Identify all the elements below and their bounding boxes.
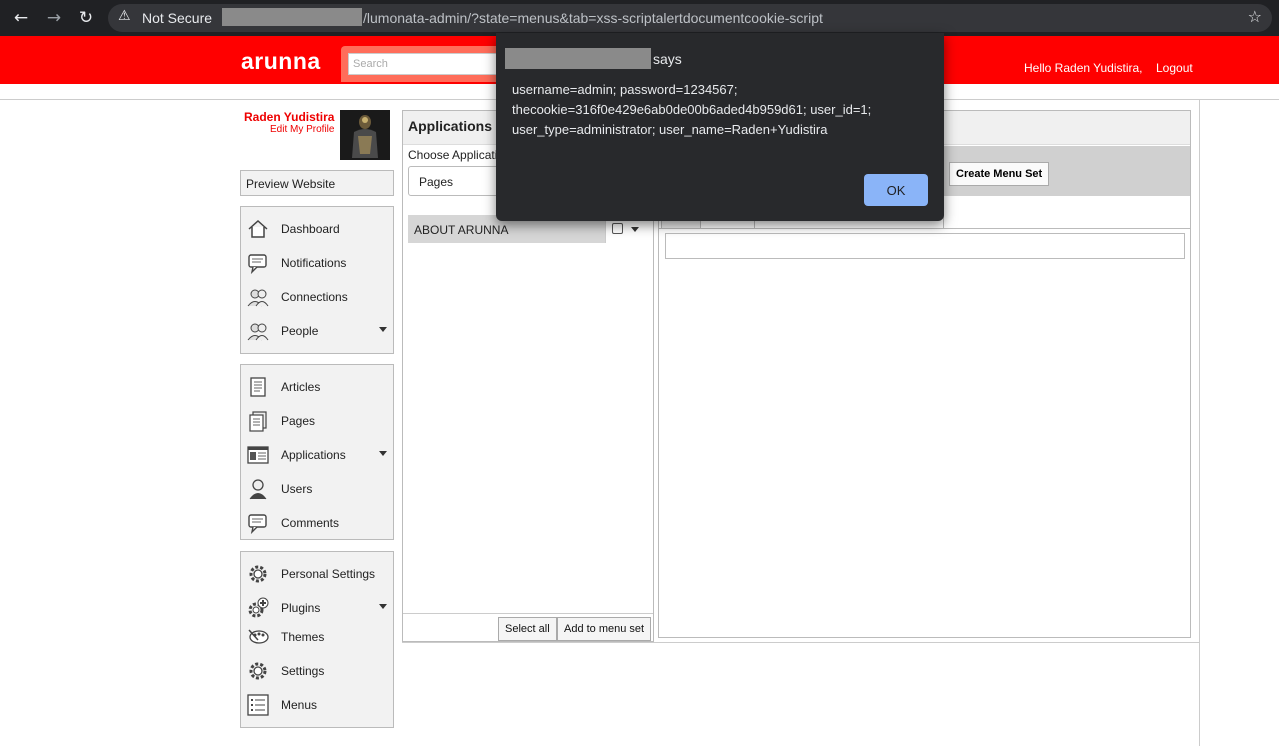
sidebar-item-themes[interactable]: Themes (241, 624, 393, 650)
sidebar-item-users[interactable]: Users (241, 476, 393, 502)
chevron-down-icon[interactable] (631, 227, 639, 232)
sidebar-item-label: People (281, 324, 319, 338)
chevron-down-icon[interactable] (379, 327, 387, 332)
site-logo[interactable]: arunna (241, 48, 321, 75)
gear-icon (249, 662, 267, 680)
sidebar-item-label: Comments (281, 516, 340, 530)
sidebar-item-label: Users (281, 482, 313, 496)
sidebar-group-main: Dashboard Notifications Connections Peop… (240, 206, 394, 354)
browser-toolbar: ← → ↻ ⚠ Not Secure /lumonata-admin/?stat… (0, 0, 1279, 36)
sidebar-item-label: Pages (281, 414, 316, 428)
gear-icon (249, 565, 267, 583)
chevron-down-icon[interactable] (379, 451, 387, 456)
add-to-menu-set-button[interactable]: Add to menu set (557, 617, 652, 641)
list-icon (247, 694, 269, 716)
divider (659, 228, 1190, 229)
sidebar-item-menus[interactable]: Menus (241, 692, 393, 718)
sidebar-item-comments[interactable]: Comments (241, 510, 393, 536)
warning-icon[interactable]: ⚠ (118, 8, 131, 24)
address-bar[interactable]: ⚠ Not Secure /lumonata-admin/?state=menu… (108, 4, 1272, 32)
sidebar-item-label: Dashboard (281, 222, 340, 236)
panel-footer: Select all Add to menu set (403, 613, 653, 641)
users-icon (247, 289, 269, 307)
divider (402, 642, 1199, 643)
bookmark-star-icon[interactable]: ☆ (1248, 7, 1262, 26)
select-all-button[interactable]: Select all (498, 617, 557, 641)
sidebar-item-notifications[interactable]: Notifications (241, 250, 393, 276)
sidebar-item-label: Themes (281, 630, 325, 644)
sidebar-item-label: Menus (281, 698, 318, 712)
alert-title: says (653, 51, 682, 67)
sidebar-group-settings: Personal Settings Plugins Themes Setting… (240, 551, 394, 728)
sidebar-item-personal-settings[interactable]: Personal Settings (241, 561, 393, 587)
sidebar-item-label: Connections (281, 290, 348, 304)
application-icon (247, 446, 269, 464)
user-icon (249, 479, 267, 500)
sidebar-item-connections[interactable]: Connections (241, 284, 393, 310)
url-text[interactable]: /lumonata-admin/?state=menus&tab=xss-scr… (363, 10, 823, 26)
home-icon (248, 219, 268, 238)
sidebar-item-label: Settings (281, 664, 325, 678)
speech-bubble-icon (248, 254, 267, 274)
sidebar-group-content: Articles Pages Applications Users Commen… (240, 364, 394, 540)
panel-title: Applications (408, 118, 493, 134)
alert-dialog: says username=admin; password=1234567; t… (496, 33, 944, 221)
sidebar-item-dashboard[interactable]: Dashboard (241, 216, 393, 242)
comment-icon (248, 514, 267, 534)
create-menu-set-button[interactable]: Create Menu Set (949, 162, 1050, 186)
profile-name[interactable]: Raden Yudistira (244, 110, 334, 124)
sidebar-item-label: Plugins (281, 601, 321, 615)
forward-arrow-icon[interactable]: → (43, 7, 65, 29)
plugin-gear-icon (248, 597, 269, 618)
sidebar-item-pages[interactable]: Pages (241, 408, 393, 434)
sidebar-item-label: Articles (281, 380, 321, 394)
sidebar-item-people[interactable]: People (241, 318, 393, 344)
sidebar-item-applications[interactable]: Applications (241, 442, 393, 468)
edit-profile-link[interactable]: Edit My Profile (270, 124, 334, 135)
redacted-host (222, 8, 362, 26)
avatar[interactable] (340, 110, 390, 160)
greeting-text: Hello Raden Yudistira, (1024, 61, 1143, 75)
search-input[interactable] (348, 53, 498, 75)
list-item-label: ABOUT ARUNNA (414, 223, 509, 237)
ok-button[interactable]: OK (864, 174, 928, 206)
chevron-down-icon[interactable] (379, 604, 387, 609)
document-icon (250, 377, 266, 397)
alert-message: username=admin; password=1234567; thecoo… (512, 82, 872, 137)
menu-set-drop-area[interactable] (665, 233, 1185, 259)
palette-icon (248, 629, 269, 644)
sidebar-item-settings[interactable]: Settings (241, 658, 393, 684)
pages-icon (249, 411, 267, 432)
logout-link[interactable]: Logout (1156, 61, 1193, 75)
security-label[interactable]: Not Secure (142, 10, 212, 26)
item-checkbox[interactable] (612, 223, 623, 234)
choose-application-label: Choose Applicati (408, 148, 498, 162)
sidebar-item-label: Personal Settings (281, 567, 376, 581)
divider (1199, 100, 1200, 746)
users-icon (247, 323, 269, 341)
sidebar-item-plugins[interactable]: Plugins (241, 595, 393, 621)
reload-icon[interactable]: ↻ (75, 7, 97, 29)
search-container (341, 46, 501, 82)
sidebar-item-label: Notifications (281, 256, 347, 270)
redacted-host (505, 48, 651, 69)
back-arrow-icon[interactable]: ← (10, 7, 32, 29)
sidebar-item-label: Applications (281, 448, 346, 462)
sidebar-item-articles[interactable]: Articles (241, 374, 393, 400)
preview-website-button[interactable]: Preview Website (240, 170, 394, 196)
